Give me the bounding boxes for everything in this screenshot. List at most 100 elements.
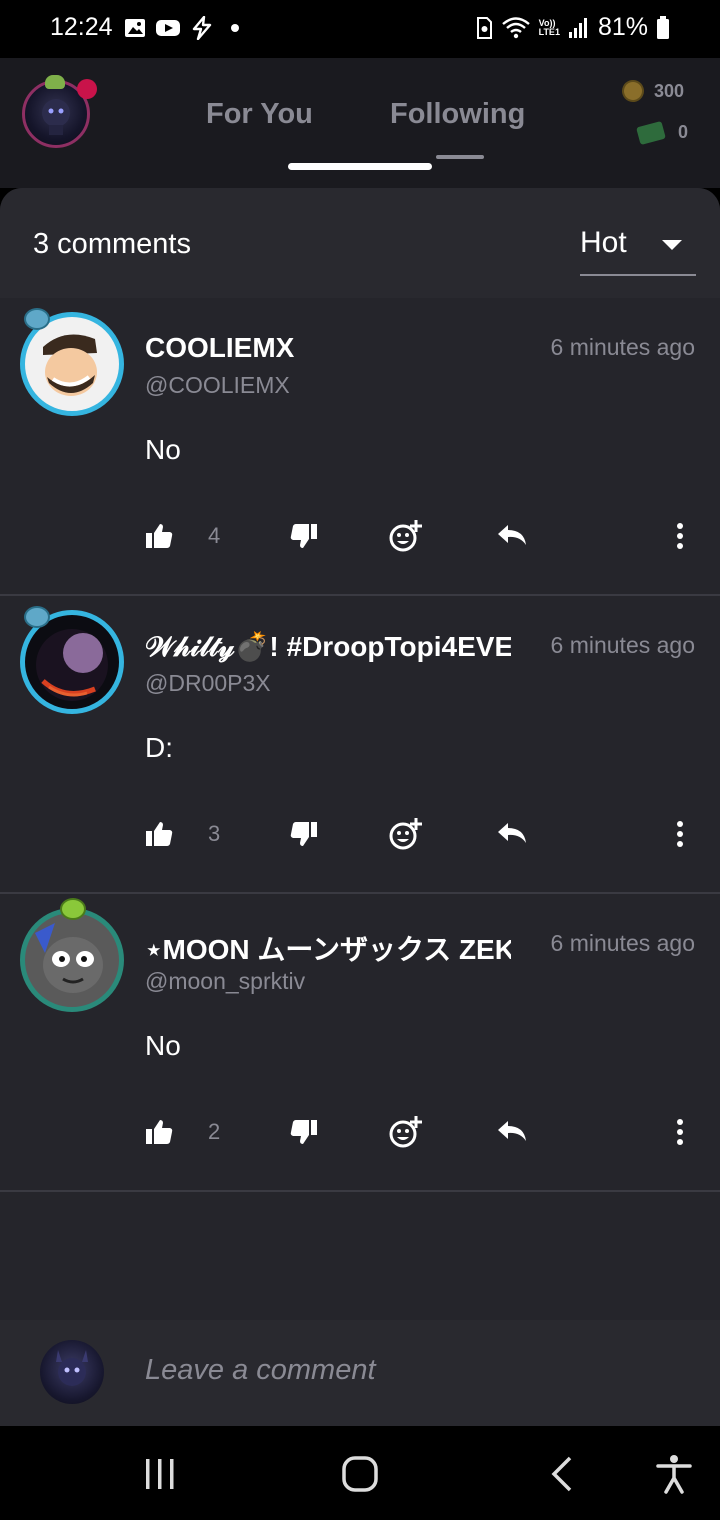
- sheet-handle[interactable]: [288, 163, 432, 170]
- battery-icon: [657, 15, 669, 39]
- home-button[interactable]: [340, 1454, 380, 1494]
- thumbs-up-icon: [146, 524, 173, 548]
- status-time: 12:24: [50, 13, 113, 41]
- more-options-button[interactable]: [668, 814, 692, 854]
- home-icon: [342, 1456, 378, 1492]
- reply-icon: [498, 1121, 526, 1141]
- reply-button[interactable]: [496, 516, 528, 556]
- reply-button[interactable]: [496, 814, 528, 854]
- like-count: 2: [208, 1119, 221, 1144]
- commenter-badge-icon: [24, 308, 50, 330]
- comment-time: 6 minutes ago: [550, 632, 695, 658]
- more-options-button[interactable]: [668, 1112, 692, 1152]
- more-vertical-icon: [677, 523, 683, 549]
- like-count: 3: [208, 821, 221, 846]
- more-options-button[interactable]: [668, 516, 692, 556]
- recents-button[interactable]: [140, 1454, 180, 1494]
- back-button[interactable]: [542, 1454, 582, 1494]
- avatar-character-icon: [56, 1350, 88, 1386]
- comment-actions: 3: [0, 814, 720, 854]
- signal-icon: [568, 17, 587, 38]
- like-button[interactable]: [145, 1112, 173, 1152]
- back-icon: [551, 1456, 572, 1492]
- commenter-name[interactable]: 𝒲𝒽𝒾𝓁𝓉𝓎💣! #DroopTopi4EVER: [145, 630, 511, 664]
- comment-actions: 4: [0, 516, 720, 556]
- comment-actions: 2: [0, 1112, 720, 1152]
- lightning-icon: [192, 16, 212, 40]
- network-label-bottom: LTE1: [538, 26, 560, 37]
- comment-item: ⋆MOON ムーンザックス ZEK @moon_sprktiv 6 minute…: [0, 894, 720, 1192]
- dot-icon: [231, 24, 239, 32]
- commenter-badge-icon: [24, 606, 50, 628]
- add-reaction-button[interactable]: [388, 814, 424, 854]
- notification-dot: [77, 79, 97, 99]
- sim-icon: [476, 16, 492, 39]
- money-balance[interactable]: 0: [636, 120, 689, 145]
- network-label: Vo)) LTE1: [538, 18, 560, 37]
- more-vertical-icon: [677, 821, 683, 847]
- avatar-character-icon: [35, 923, 103, 993]
- coins-count: 300: [654, 80, 685, 101]
- comment-input[interactable]: [145, 1354, 645, 1387]
- add-reaction-icon: [389, 520, 422, 552]
- comment-item: 𝒲𝒽𝒾𝓁𝓉𝓎💣! #DroopTopi4EVER @DR00P3X 6 minu…: [0, 596, 720, 894]
- commenter-name[interactable]: COOLIEMX: [145, 332, 511, 364]
- add-reaction-button[interactable]: [388, 516, 424, 556]
- comment-time: 6 minutes ago: [550, 334, 695, 360]
- thumbs-down-icon: [290, 822, 317, 846]
- money-icon: [636, 120, 666, 145]
- reply-button[interactable]: [496, 1112, 528, 1152]
- reply-icon: [498, 525, 526, 545]
- add-reaction-icon: [389, 818, 422, 850]
- chevron-down-icon: [662, 240, 682, 250]
- thumbs-up-icon: [146, 1120, 173, 1144]
- coins-balance[interactable]: 300: [618, 76, 685, 106]
- add-reaction-icon: [389, 1116, 422, 1148]
- money-count: 0: [678, 122, 689, 142]
- comments-header: 3 comments Hot: [0, 188, 720, 298]
- notification-icons: [124, 16, 243, 40]
- system-icons: Vo)) LTE1 81%: [475, 13, 670, 42]
- sort-selected: Hot: [580, 226, 627, 259]
- comments-panel: 3 comments Hot COOLIEMX @COOLIEMX 6 minu…: [0, 188, 720, 1426]
- tab-for-you[interactable]: For You: [206, 98, 313, 131]
- coin-icon: [618, 76, 648, 106]
- tab-following[interactable]: Following: [390, 98, 525, 131]
- comment-count: 3 comments: [33, 228, 191, 260]
- system-nav-bar: [0, 1426, 720, 1520]
- comment-text: No: [145, 1030, 181, 1061]
- dislike-button[interactable]: [290, 814, 318, 854]
- more-vertical-icon: [677, 1119, 683, 1145]
- top-header: For You Following 300 0: [0, 58, 720, 188]
- recents-icon: [146, 1459, 174, 1489]
- thumbs-up-icon: [146, 822, 173, 846]
- commenter-badge-icon: [60, 898, 86, 920]
- sort-dropdown[interactable]: Hot: [580, 224, 696, 276]
- like-button[interactable]: [145, 814, 173, 854]
- tab-following-underline: [436, 155, 484, 159]
- like-count: 4: [208, 523, 221, 548]
- accessibility-button[interactable]: [654, 1454, 694, 1494]
- like-button[interactable]: [145, 516, 173, 556]
- commenter-handle[interactable]: @moon_sprktiv: [145, 968, 305, 995]
- comment-text: No: [145, 434, 181, 465]
- dislike-button[interactable]: [290, 516, 318, 556]
- youtube-icon: [156, 20, 180, 36]
- commenter-handle[interactable]: @COOLIEMX: [145, 372, 290, 399]
- avatar-character-icon: [43, 334, 97, 396]
- thumbs-down-icon: [290, 1120, 317, 1144]
- comment-input-bar: [0, 1320, 720, 1426]
- reply-icon: [498, 823, 526, 843]
- commenter-avatar[interactable]: [20, 908, 124, 1012]
- wifi-icon: [501, 16, 530, 38]
- battery-percent: 81%: [597, 13, 648, 41]
- add-reaction-button[interactable]: [388, 1112, 424, 1152]
- user-avatar: [40, 1340, 104, 1404]
- dislike-button[interactable]: [290, 1112, 318, 1152]
- thumbs-down-icon: [290, 524, 317, 548]
- profile-avatar[interactable]: [22, 75, 97, 148]
- commenter-handle[interactable]: @DR00P3X: [145, 670, 271, 697]
- accessibility-icon: [656, 1455, 692, 1494]
- avatar-character-icon: [36, 629, 108, 701]
- commenter-name[interactable]: ⋆MOON ムーンザックス ZEK: [145, 928, 511, 968]
